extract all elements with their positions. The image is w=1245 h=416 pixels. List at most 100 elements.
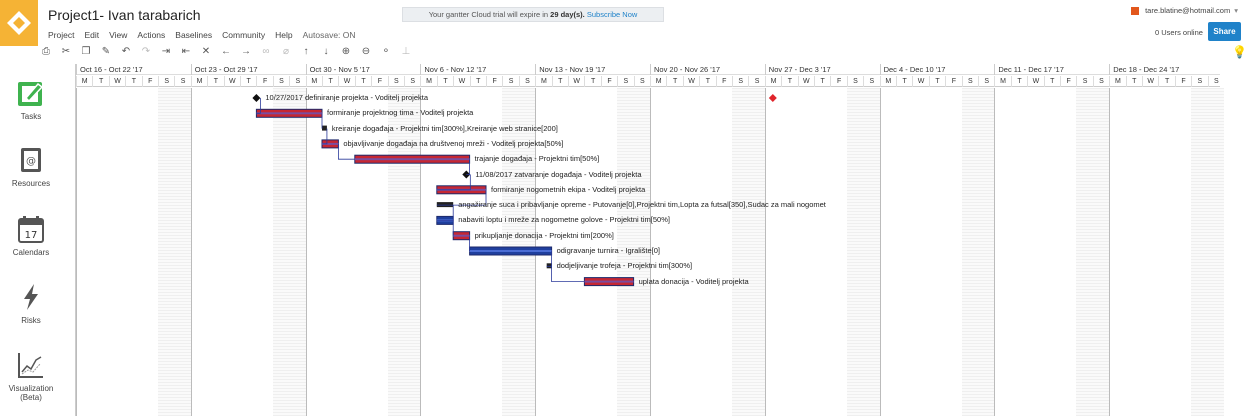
copy-icon[interactable]: ❐ (78, 44, 94, 60)
task-label: objavljivanje događaja na društvenoj mre… (343, 138, 564, 148)
task-bar-progress (584, 280, 634, 283)
chevron-down-icon: ▾ (1234, 6, 1238, 15)
summary-bar[interactable] (322, 125, 327, 131)
split-icon[interactable]: ⚬ (378, 44, 394, 60)
day-header: S (1092, 76, 1109, 87)
day-header: M (650, 76, 666, 87)
indent-icon[interactable]: ⇥ (158, 44, 174, 60)
menu-community[interactable]: Community (222, 30, 265, 40)
week-header: Oct 23 - Oct 29 '17 (190, 64, 306, 75)
day-header: S (748, 76, 764, 87)
cut-icon[interactable]: ✂ (58, 44, 74, 60)
day-header: F (486, 76, 502, 87)
critical-path-icon[interactable]: ⊥ (398, 44, 414, 60)
day-header: W (912, 76, 928, 87)
day-header: S (518, 76, 535, 87)
lightbulb-icon[interactable]: 💡 (1232, 45, 1245, 59)
task-label: kreiranje događaja - Projektni tim[300%]… (331, 123, 558, 133)
day-header: S (863, 76, 879, 87)
day-header: T (1010, 76, 1027, 87)
menu-project[interactable]: Project (48, 30, 74, 40)
trial-text: Your gantter Cloud trial will expire in (428, 10, 549, 19)
day-header: W (338, 76, 354, 87)
project-title[interactable]: Project1- Ivan tarabarich (48, 7, 201, 23)
red-marker[interactable] (768, 94, 777, 102)
sidebar-item-visualization[interactable]: Visualization (Beta) (0, 350, 62, 402)
sidebar-item-resources[interactable]: @ Resources (0, 145, 62, 188)
move-up-icon[interactable]: ↑ (298, 44, 314, 60)
sidebar-label-resources: Resources (11, 179, 51, 188)
sidebar-item-tasks[interactable]: Tasks (0, 78, 62, 121)
menu-actions[interactable]: Actions (137, 30, 165, 40)
move-right-icon[interactable]: → (238, 44, 254, 60)
autosave-status: Autosave: ON (302, 30, 356, 40)
week-header: Dec 11 - Dec 17 '17 (994, 64, 1109, 75)
sidebar-item-risks[interactable]: Risks (0, 282, 62, 325)
week-header: Oct 30 - Nov 5 '17 (305, 64, 421, 75)
task-label: 10/27/2017 definiranje projekta - Vodite… (265, 93, 428, 102)
unlink-icon[interactable]: ⌀ (278, 44, 294, 60)
day-header: F (1060, 76, 1076, 87)
sidebar-label-tasks: Tasks (20, 112, 42, 121)
task-label: prikupljanje donacija - Projektni tim[20… (474, 230, 614, 240)
week-header: Dec 18 - Dec 24 '17 (1109, 64, 1224, 75)
day-header: S (404, 76, 420, 87)
day-header: T (928, 76, 945, 87)
move-left-icon[interactable]: ← (218, 44, 234, 60)
day-header: F (141, 76, 158, 87)
day-header: S (633, 76, 650, 87)
menu-view[interactable]: View (109, 30, 127, 40)
milestone-diamond[interactable] (252, 94, 261, 102)
day-header: W (682, 76, 699, 87)
day-header: W (568, 76, 584, 87)
visualization-icon (18, 353, 43, 378)
day-header: T (699, 76, 715, 87)
calendar-icon: 17 (18, 216, 44, 243)
day-header: M (535, 76, 551, 87)
outdent-icon[interactable]: ⇤ (178, 44, 194, 60)
delete-icon[interactable]: ✕ (198, 44, 214, 60)
zoom-in-icon[interactable]: ⊕ (338, 44, 354, 60)
trial-banner: Your gantter Cloud trial will expire in … (402, 7, 664, 22)
redo-icon[interactable]: ↷ (138, 44, 154, 60)
day-header: S (174, 76, 190, 87)
task-bar-progress (469, 250, 552, 252)
app-window: Project1- Ivan tarabarich Project Edit V… (0, 0, 1245, 416)
week-header: Nov 27 - Dec 3 '17 (764, 64, 880, 75)
task-label: 11/08/2017 zatvaranje događaja - Voditel… (475, 169, 642, 179)
gantt-chart[interactable]: Oct 16 - Oct 22 '17 Oct 23 - Oct 29 '17 Oc… (75, 64, 1224, 416)
menu-edit[interactable]: Edit (84, 30, 99, 40)
summary-bar[interactable] (546, 263, 552, 269)
day-header: S (978, 76, 994, 87)
sidebar-item-calendars[interactable]: 17 Calendars (0, 214, 62, 257)
menu-help[interactable]: Help (275, 30, 292, 40)
day-header: T (551, 76, 568, 87)
day-header: S (387, 76, 404, 87)
risks-icon (24, 284, 38, 310)
menu-baselines[interactable]: Baselines (175, 30, 212, 40)
day-header: F (256, 76, 272, 87)
move-down-icon[interactable]: ↓ (318, 44, 334, 60)
subscribe-link[interactable]: Subscribe Now (587, 10, 637, 19)
zoom-out-icon[interactable]: ⊖ (358, 44, 374, 60)
day-header: M (1109, 76, 1125, 87)
format-paint-icon[interactable]: ✎ (98, 44, 114, 60)
day-header: F (371, 76, 387, 87)
day-header: T (814, 76, 830, 87)
task-bar-progress (453, 234, 470, 237)
toolbar: ⎙ ✂ ❐ ✎ ↶ ↷ ⇥ ⇤ ✕ ← → ∞ ⌀ ↑ ↓ ⊕ ⊖ ⚬ ⊥ (38, 43, 418, 61)
undo-icon[interactable]: ↶ (118, 44, 134, 60)
day-header: M (994, 76, 1010, 87)
day-header: S (846, 76, 863, 87)
day-header: T (240, 76, 256, 87)
user-menu[interactable]: tare.blatine@hotmail.com ▾ (1131, 6, 1238, 15)
gantter-logo[interactable] (0, 0, 38, 46)
link-icon[interactable]: ∞ (258, 44, 274, 60)
share-button[interactable]: Share (1208, 22, 1241, 41)
summary-bar[interactable] (436, 202, 454, 208)
day-header: M (879, 76, 896, 87)
print-icon[interactable]: ⎙ (38, 44, 54, 60)
day-header: F (945, 76, 961, 87)
task-label: trajanje događaja - Projektni tim[50%] (474, 154, 600, 164)
day-header: M (76, 76, 92, 87)
